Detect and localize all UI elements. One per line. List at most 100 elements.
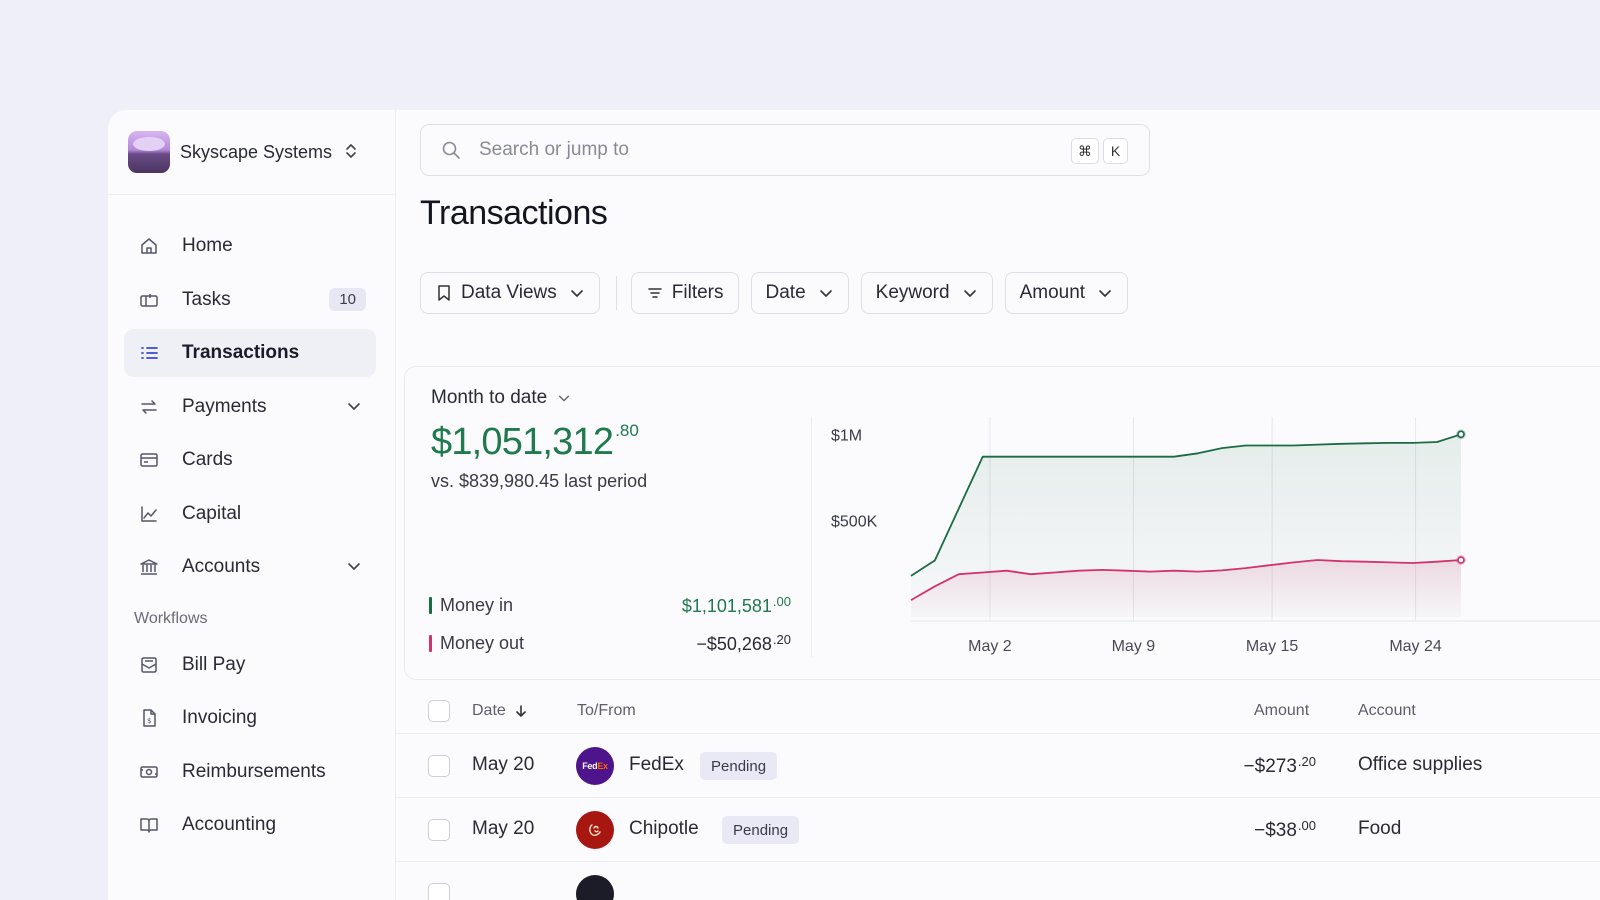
money-in-label: Money in [440, 594, 514, 615]
sidebar-item-label: Transactions [182, 342, 300, 363]
row-amount-main: −$38 [1254, 820, 1297, 841]
table-row[interactable] [396, 862, 1600, 900]
sidebar-item-reimbursements[interactable]: Reimbursements [124, 748, 376, 796]
sidebar-item-payments[interactable]: Payments [124, 383, 376, 431]
row-checkbox[interactable] [428, 883, 450, 900]
sort-down-icon [515, 705, 526, 717]
invoice-icon: $ [138, 707, 160, 729]
bookmark-icon [435, 284, 453, 302]
to-from-column-header: To/From [577, 702, 636, 719]
sidebar-item-invoicing[interactable]: $ Invoicing [124, 694, 376, 742]
bill-icon [138, 654, 160, 676]
data-views-button[interactable]: Data Views [420, 272, 600, 314]
sidebar-item-transactions[interactable]: Transactions [124, 329, 376, 377]
period-label: Month to date [431, 387, 548, 408]
money-in-row: Money in $1,101,581.00 [429, 591, 791, 619]
filters-button[interactable]: Filters [630, 272, 739, 314]
chevron-down-icon[interactable] [346, 558, 362, 574]
search-input[interactable] [479, 139, 1039, 161]
org-logo [128, 131, 170, 173]
money-in-value: $1,101,581.00 [682, 594, 791, 617]
sidebar-item-label: Invoicing [182, 707, 257, 728]
sidebar-item-label: Capital [182, 502, 242, 524]
series-end-point-0 [1457, 430, 1465, 439]
select-all-checkbox[interactable] [428, 700, 450, 722]
tasks-icon [138, 289, 160, 311]
money-out-cents: .20 [772, 631, 791, 647]
row-amount: −$273.20 [1244, 754, 1316, 778]
chevron-down-icon[interactable] [346, 398, 362, 414]
chart-areas [911, 434, 1461, 617]
x-tick-label: May 2 [968, 638, 1012, 655]
org-switcher[interactable]: Skyscape Systems [128, 130, 378, 174]
row-merchant: FedEx [629, 754, 684, 775]
row-date: May 20 [472, 818, 535, 839]
tasks-count-badge: 10 [329, 287, 366, 311]
date-filter-label: Date [765, 282, 806, 303]
amount-filter-label: Amount [1019, 282, 1086, 303]
row-checkbox[interactable] [428, 755, 450, 777]
sidebar-item-accounting[interactable]: Accounting [124, 801, 376, 849]
net-total-amount: $1,051,312.80 [431, 421, 639, 464]
bank-icon [138, 556, 160, 578]
keyword-filter-button[interactable]: Keyword [860, 272, 993, 314]
sidebar-item-bill-pay[interactable]: Bill Pay [124, 641, 376, 689]
sidebar-item-capital[interactable]: Capital [124, 490, 376, 538]
filter-icon [646, 284, 664, 302]
x-tick-label: May 24 [1389, 638, 1442, 655]
y-tick-label: $1M [831, 427, 862, 444]
row-amount-main: −$273 [1243, 756, 1297, 777]
money-in-cents: .00 [772, 593, 791, 609]
search-bar[interactable]: ⌘ K [420, 124, 1150, 176]
date-column-header[interactable]: Date [472, 702, 528, 720]
row-account: Office supplies [1358, 754, 1483, 775]
status-badge: Pending [722, 816, 800, 844]
org-name: Skyscape Systems [180, 141, 333, 162]
comparison-text: vs. $839,980.45 last period [431, 471, 648, 491]
date-filter-button[interactable]: Date [750, 272, 849, 314]
date-header-label: Date [472, 702, 506, 719]
filter-separator [615, 276, 617, 310]
row-amount-cents: .20 [1297, 754, 1316, 769]
sidebar-item-tasks[interactable]: Tasks 10 [124, 276, 376, 324]
row-checkbox[interactable] [428, 819, 450, 841]
sidebar-divider [108, 194, 396, 195]
net-total-cents: .80 [615, 421, 639, 440]
money-out-row: Money out −$50,268.20 [429, 629, 791, 657]
money-in-marker [429, 596, 432, 614]
summary-divider [811, 417, 812, 657]
table-row[interactable]: May 20 Chipotle Pending −$38.00 Food [396, 798, 1600, 862]
kbd-cmd: ⌘ [1071, 138, 1099, 164]
money-out-value: −$50,268.20 [696, 632, 791, 655]
sidebar-item-label: Bill Pay [182, 653, 246, 675]
list-icon [138, 342, 160, 364]
chevron-down-icon [962, 285, 978, 301]
keyword-filter-label: Keyword [875, 282, 950, 303]
table-header: Date To/From Amount Account [396, 688, 1600, 734]
sidebar-item-home[interactable]: Home [124, 222, 376, 270]
merchant-logo-icon [576, 875, 614, 900]
row-amount: −$38.00 [1254, 818, 1316, 842]
amount-filter-button[interactable]: Amount [1004, 272, 1129, 314]
series-end-point-1 [1457, 556, 1465, 564]
sidebar-item-accounts[interactable]: Accounts [124, 543, 376, 591]
sidebar-item-label: Payments [182, 395, 267, 417]
app-window: Skyscape Systems Home Tasks 10 Transacti… [108, 110, 1600, 900]
workflows-section-label: Workflows [134, 609, 208, 627]
sidebar-item-label: Home [182, 235, 233, 256]
sidebar-item-cards[interactable]: Cards [124, 436, 376, 484]
chevron-down-icon [569, 285, 585, 301]
sidebar-item-label: Accounting [182, 814, 277, 835]
card-icon [138, 449, 160, 471]
table-row[interactable]: May 20 Fed Ex FedEx Pending −$273.20 Offi… [396, 734, 1600, 798]
kbd-k: K [1103, 138, 1128, 164]
reimbursement-icon [138, 761, 160, 783]
sidebar-item-label: Reimbursements [182, 760, 326, 782]
period-selector[interactable]: Month to date [431, 387, 571, 409]
cashflow-chart: May 2 May 9 May 15 May 24 $1M $500K [831, 417, 1600, 655]
chevron-down-icon [818, 285, 834, 301]
fedex-logo-icon: Fed Ex [576, 747, 614, 785]
chipotle-logo-icon [576, 811, 614, 849]
chart-line-icon [138, 503, 160, 525]
summary-card: Month to date $1,051,312.80 vs. $839,980… [404, 366, 1600, 680]
